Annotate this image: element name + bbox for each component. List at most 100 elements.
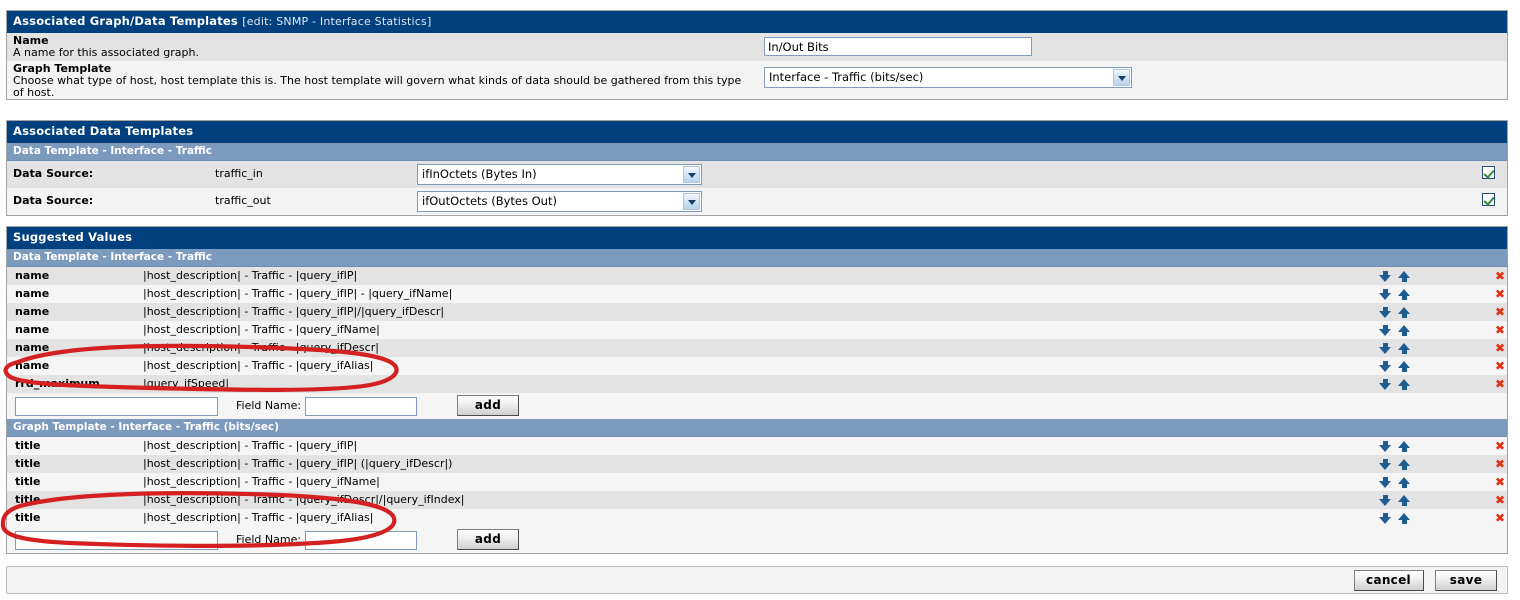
data-source-name: traffic_in [215,167,263,180]
sv-row-actions [1379,357,1419,375]
data-source-select-wrapper: ifOutOctets (Bytes Out) [417,191,702,212]
arrow-down-icon[interactable] [1379,270,1392,283]
sv-field-value: |query_ifSpeed| [143,377,230,390]
arrow-down-icon[interactable] [1379,342,1392,355]
sv-row-actions [1379,321,1419,339]
arrow-up-icon[interactable] [1398,288,1411,301]
form-row-graph-template: Graph Template Choose what type of host,… [7,61,1507,99]
suggested-value-row: name |host_description| - Traffic - |que… [7,285,1507,303]
panel-title-associated-graph-data-templates: Associated Graph/Data Templates [edit: S… [7,11,1507,33]
delete-x-icon[interactable]: ✖ [1495,491,1505,509]
data-source-select-traffic-in[interactable]: ifInOctets (Bytes In) [417,164,702,185]
name-field-label: Name [13,34,49,47]
delete-x-icon[interactable]: ✖ [1495,285,1505,303]
panel-title-associated-data-templates: Associated Data Templates [7,121,1507,143]
name-input[interactable] [764,37,1032,56]
arrow-up-icon[interactable] [1398,458,1411,471]
arrow-down-icon[interactable] [1379,458,1392,471]
sv-field-name: name [15,359,50,372]
arrow-up-icon[interactable] [1398,306,1411,319]
arrow-up-icon[interactable] [1398,270,1411,283]
panel-title-text: Associated Graph/Data Templates [13,14,238,28]
suggested-value-row: title |host_description| - Traffic - |qu… [7,455,1507,473]
sv-field-name: name [15,323,50,336]
arrow-up-icon[interactable] [1398,476,1411,489]
sv-row-actions [1379,267,1419,285]
data-source-checkbox-traffic-out[interactable] [1482,193,1495,206]
chevron-down-icon[interactable] [1113,69,1130,86]
sv-row-actions [1379,375,1419,393]
delete-x-icon[interactable]: ✖ [1495,375,1505,393]
suggested-value-row: name |host_description| - Traffic - |que… [7,267,1507,285]
add-button-data-template[interactable]: add [457,395,519,416]
arrow-up-icon[interactable] [1398,324,1411,337]
subheader-sv-data-template: Data Template - Interface - Traffic [7,249,1507,267]
new-field-name-input[interactable] [305,531,417,550]
sv-row-actions [1379,455,1419,473]
arrow-down-icon[interactable] [1379,288,1392,301]
suggested-value-row: name |host_description| - Traffic - |que… [7,357,1507,375]
delete-x-icon[interactable]: ✖ [1495,339,1505,357]
arrow-up-icon[interactable] [1398,342,1411,355]
graph-template-select-value: Interface - Traffic (bits/sec) [769,70,924,84]
chevron-down-icon[interactable] [683,166,700,183]
graph-template-select[interactable]: Interface - Traffic (bits/sec) [764,67,1132,88]
arrow-down-icon[interactable] [1379,324,1392,337]
add-button-graph-template[interactable]: add [457,529,519,550]
suggested-value-row: name |host_description| - Traffic - |que… [7,321,1507,339]
suggested-value-row: title |host_description| - Traffic - |qu… [7,509,1507,527]
chevron-down-icon[interactable] [683,193,700,210]
delete-x-icon[interactable]: ✖ [1495,437,1505,455]
delete-x-icon[interactable]: ✖ [1495,455,1505,473]
arrow-down-icon[interactable] [1379,378,1392,391]
form-action-buttons: cancel save [1353,570,1497,591]
data-source-row: Data Source: traffic_in ifInOctets (Byte… [7,161,1507,188]
data-source-name: traffic_out [215,194,271,207]
data-source-select-value: ifInOctets (Bytes In) [422,167,537,181]
subheader-sv-graph-template: Graph Template - Interface - Traffic (bi… [7,419,1507,437]
arrow-up-icon[interactable] [1398,378,1411,391]
add-suggested-value-row-data-template: Field Name: add [7,393,1507,419]
delete-x-icon[interactable]: ✖ [1495,357,1505,375]
sv-field-value: |host_description| - Traffic - |query_if… [143,475,380,488]
name-field-description: A name for this associated graph. [13,46,199,59]
new-field-name-input[interactable] [305,397,417,416]
sv-field-name: rrd_maximum [15,377,100,390]
arrow-up-icon[interactable] [1398,512,1411,525]
data-source-row: Data Source: traffic_out ifOutOctets (By… [7,188,1507,215]
delete-x-icon[interactable]: ✖ [1495,473,1505,491]
sv-field-value: |host_description| - Traffic - |query_if… [143,269,358,282]
suggested-value-row: title |host_description| - Traffic - |qu… [7,437,1507,455]
add-suggested-value-row-graph-template: Field Name: add [7,527,1507,553]
arrow-down-icon[interactable] [1379,476,1392,489]
delete-x-icon[interactable]: ✖ [1495,303,1505,321]
arrow-down-icon[interactable] [1379,512,1392,525]
cancel-button[interactable]: cancel [1353,570,1424,591]
associated-data-templates-panel: Associated Data Templates Data Template … [6,120,1508,216]
graph-template-field-description: Choose what type of host, host template … [13,74,742,99]
data-source-label: Data Source: [13,194,94,207]
suggested-value-row: title |host_description| - Traffic - |qu… [7,491,1507,509]
data-source-select-traffic-out[interactable]: ifOutOctets (Bytes Out) [417,191,702,212]
sv-field-name: title [15,457,41,470]
arrow-down-icon[interactable] [1379,440,1392,453]
arrow-down-icon[interactable] [1379,494,1392,507]
sv-row-actions [1379,491,1419,509]
sv-field-value: |host_description| - Traffic - |query_if… [143,493,465,506]
sv-field-value: |host_description| - Traffic - |query_if… [143,457,453,470]
save-button[interactable]: save [1435,570,1497,591]
sv-row-actions [1379,339,1419,357]
delete-x-icon[interactable]: ✖ [1495,267,1505,285]
delete-x-icon[interactable]: ✖ [1495,321,1505,339]
arrow-up-icon[interactable] [1398,494,1411,507]
arrow-down-icon[interactable] [1379,360,1392,373]
arrow-up-icon[interactable] [1398,440,1411,453]
new-suggested-value-input[interactable] [15,397,218,416]
arrow-down-icon[interactable] [1379,306,1392,319]
delete-x-icon[interactable]: ✖ [1495,509,1505,527]
suggested-value-row: name |host_description| - Traffic - |que… [7,339,1507,357]
sv-row-actions [1379,285,1419,303]
arrow-up-icon[interactable] [1398,360,1411,373]
new-suggested-value-input[interactable] [15,531,218,550]
data-source-checkbox-traffic-in[interactable] [1482,166,1495,179]
